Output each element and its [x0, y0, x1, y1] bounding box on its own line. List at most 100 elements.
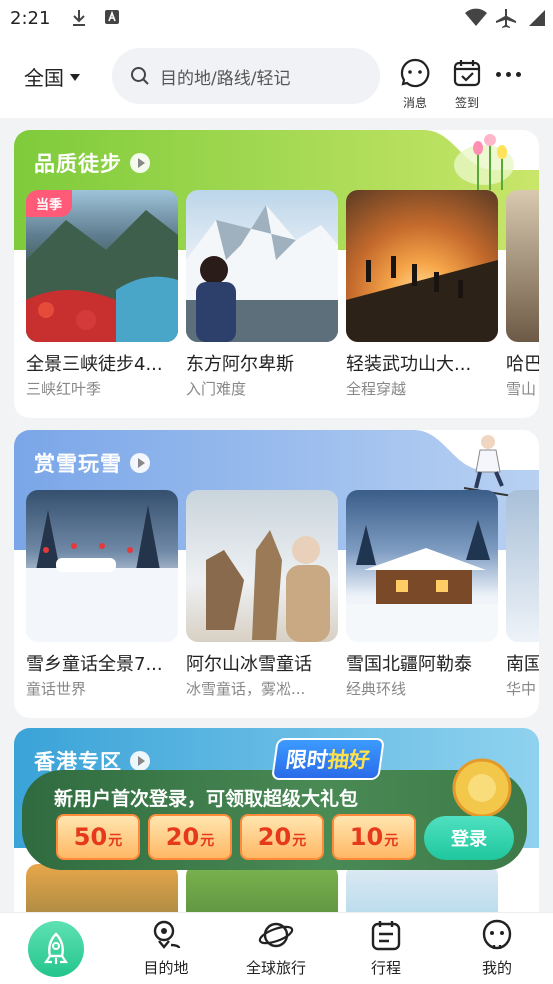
status-bar: 2:21 — [0, 0, 553, 38]
item-thumbnail — [186, 190, 338, 342]
coupon-amount: 50 — [73, 823, 108, 851]
tab-label: 目的地 — [143, 959, 189, 977]
snow-cabin-image — [346, 520, 498, 642]
coupon-unit: 元 — [200, 833, 215, 849]
top-header: 全国 目的地/路线/轻记 消息 签到 — [0, 38, 553, 118]
status-time: 2:21 — [10, 8, 51, 29]
profile-face-icon — [482, 919, 512, 950]
flower-decoration-icon — [473, 134, 507, 190]
list-item[interactable]: 雪乡童话全景7... 童话世界 — [26, 490, 178, 699]
tab-global[interactable]: 全球旅行 — [236, 919, 316, 978]
coupon-amount: 20 — [165, 823, 200, 851]
item-subtitle: 冰雪童话，雾凇... — [186, 680, 306, 698]
skier-decoration-icon — [463, 435, 513, 497]
notification-a-icon — [105, 10, 119, 24]
map-pin-icon — [153, 920, 181, 949]
checkin-button[interactable]: 签到 — [447, 58, 487, 111]
item-subtitle: 三峡红叶季 — [26, 380, 102, 398]
tab-destination[interactable]: 目的地 — [126, 919, 206, 978]
section-hiking: 品质徒步 当季 全景三峡徒步4... 三峡红叶季 东方阿尔卑斯 入门难度 轻装武… — [14, 130, 539, 418]
item-name: 轻装武功山大... — [346, 354, 472, 375]
item-subtitle: 全程穿越 — [346, 380, 407, 398]
search-bar[interactable]: 目的地/路线/轻记 — [112, 48, 380, 104]
download-icon — [73, 10, 85, 26]
item-thumbnail — [506, 190, 539, 342]
airplane-icon — [496, 9, 516, 28]
tab-label: 行程 — [370, 959, 401, 977]
tab-mine[interactable]: 我的 — [457, 919, 537, 978]
coupon-10: 10 元 — [332, 814, 416, 860]
promo-badge-text-b: 抽好 — [326, 748, 372, 772]
arrow-right-icon — [130, 453, 150, 473]
planet-icon — [258, 922, 294, 948]
coupon-unit: 元 — [384, 833, 399, 849]
new-user-promo-banner[interactable]: 限时抽好 新用户首次登录，可领取超级大礼包 50 元 20 元 20 元 10 元 登录 — [22, 738, 527, 870]
hiking-items: 当季 全景三峡徒步4... 三峡红叶季 东方阿尔卑斯 入门难度 轻装武功山大..… — [26, 190, 539, 399]
region-selector[interactable]: 全国 — [24, 62, 80, 91]
tab-label: 我的 — [481, 959, 512, 977]
list-item[interactable]: 阿尔山冰雪童话 冰雪童话，雾凇... — [186, 490, 338, 699]
calendar-check-icon — [453, 60, 481, 87]
item-subtitle: 雪山 — [506, 380, 537, 398]
search-placeholder: 目的地/路线/轻记 — [160, 68, 291, 89]
itinerary-icon — [371, 921, 401, 951]
sunset-hikers-image — [346, 256, 498, 342]
item-thumbnail — [346, 490, 498, 642]
caret-down-icon — [70, 74, 80, 81]
wifi-icon — [465, 8, 487, 26]
list-item[interactable]: 南国 华中 — [506, 490, 539, 699]
item-name: 南国 — [506, 654, 539, 675]
coupon-unit: 元 — [292, 833, 307, 849]
season-badge: 当季 — [26, 190, 73, 217]
checkin-label: 签到 — [454, 96, 479, 110]
item-subtitle: 华中 — [506, 680, 537, 698]
item-subtitle: 经典环线 — [346, 680, 407, 698]
section-title-text: 品质徒步 — [34, 152, 122, 176]
list-item[interactable]: 当季 全景三峡徒步4... 三峡红叶季 — [26, 190, 178, 399]
section-title-snow[interactable]: 赏雪玩雪 — [34, 448, 150, 478]
message-label: 消息 — [402, 96, 427, 110]
coupon-50: 50 元 — [56, 814, 140, 860]
search-icon — [131, 67, 149, 85]
item-thumbnail — [26, 490, 178, 642]
section-title-hiking[interactable]: 品质徒步 — [34, 148, 150, 178]
snow-mountain-image — [186, 205, 338, 342]
rocket-icon — [43, 932, 69, 964]
item-name: 全景三峡徒步4... — [26, 354, 163, 375]
coupon-20: 20 元 — [148, 814, 232, 860]
snow-items: 雪乡童话全景7... 童话世界 阿尔山冰雪童话 冰雪童话，雾凇... 雪国北疆阿… — [26, 490, 539, 699]
item-name: 雪乡童话全景7... — [26, 654, 163, 675]
more-icon[interactable] — [496, 72, 521, 77]
gift-decoration-icon — [452, 758, 512, 818]
coupon-unit: 元 — [108, 833, 123, 849]
promo-badge: 限时抽好 — [271, 738, 385, 780]
list-item[interactable]: 轻装武功山大... 全程穿越 — [346, 190, 498, 399]
tab-trip[interactable]: 行程 — [346, 919, 426, 978]
tab-label: 全球旅行 — [245, 959, 306, 977]
message-icon — [400, 58, 430, 88]
item-thumbnail — [506, 490, 539, 642]
coupon-20: 20 元 — [240, 814, 324, 860]
item-subtitle: 童话世界 — [26, 680, 87, 698]
list-item[interactable]: 哈巴 雪山 — [506, 190, 539, 399]
deer-and-girl-image — [206, 530, 330, 642]
snow-village-image — [26, 505, 178, 642]
item-thumbnail — [346, 190, 498, 342]
list-item[interactable]: 东方阿尔卑斯 入门难度 — [186, 190, 338, 399]
section-snow: 赏雪玩雪 雪乡童话全景7... 童话世界 阿尔山冰雪童话 冰雪童话，雾凇... … — [14, 430, 539, 718]
signal-icon — [529, 10, 545, 26]
list-item[interactable]: 雪国北疆阿勒泰 经典环线 — [346, 490, 498, 699]
coupon-amount: 20 — [257, 823, 292, 851]
message-button[interactable]: 消息 — [395, 58, 435, 111]
item-thumbnail: 当季 — [26, 190, 178, 342]
item-name: 阿尔山冰雪童话 — [186, 654, 312, 675]
item-name: 哈巴 — [506, 354, 539, 375]
promo-text: 新用户首次登录，可领取超级大礼包 — [54, 788, 359, 810]
item-thumbnail — [186, 490, 338, 642]
coupon-amount: 10 — [349, 823, 384, 851]
arrow-right-icon — [130, 153, 150, 173]
home-tab[interactable] — [28, 921, 84, 977]
item-name: 东方阿尔卑斯 — [186, 354, 294, 375]
arrow-right-icon — [130, 751, 150, 771]
login-button[interactable]: 登录 — [424, 816, 514, 860]
